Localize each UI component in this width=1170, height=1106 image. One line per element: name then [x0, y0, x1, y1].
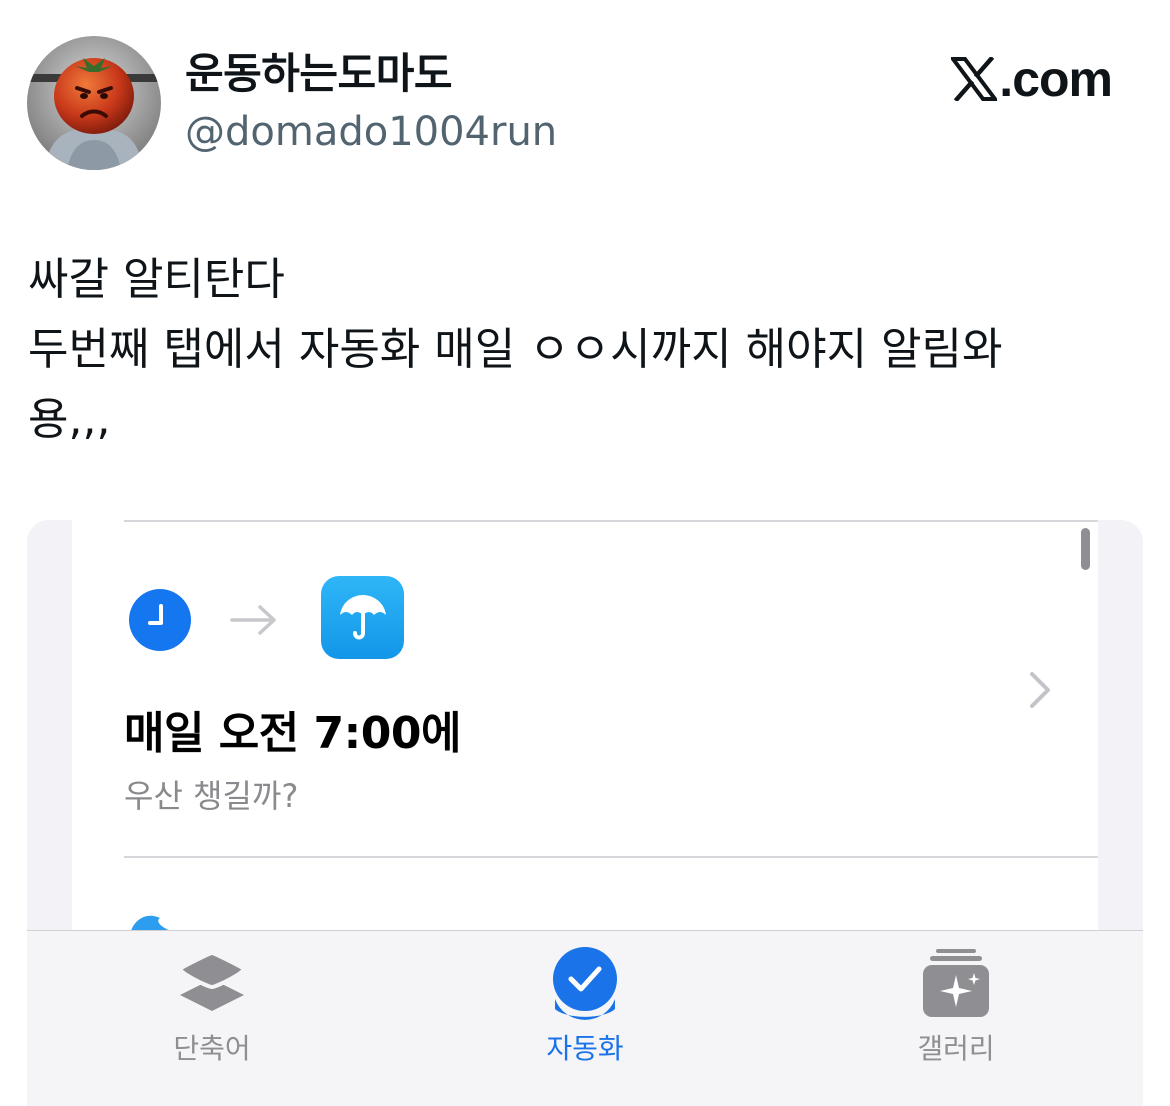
scrollbar[interactable] [1081, 528, 1090, 570]
author-handle[interactable]: @domado1004run [185, 108, 557, 156]
arrow-right-icon [230, 604, 278, 640]
clock-icon [128, 588, 192, 656]
layers-icon [176, 945, 248, 1027]
tab-shortcuts[interactable]: 단축어 [102, 931, 322, 1106]
divider [124, 520, 1098, 522]
umbrella-icon [321, 576, 404, 659]
automation-title[interactable]: 매일 오전 7:00에 [124, 706, 461, 762]
x-logo-icon [951, 57, 998, 101]
checkmark-circle-icon [549, 945, 621, 1025]
tweet-text-line: 두번째 탭에서 자동화 매일 ㅇㅇ시까지 해야지 알림와 [28, 324, 1003, 375]
chevron-right-icon[interactable] [1028, 670, 1052, 714]
attached-screenshot[interactable]: 매일 오전 7:00에 우산 챙길까? 단축어 자동화 갤러리 [27, 520, 1143, 1106]
author-display-name[interactable]: 운동하는도마도 [185, 48, 452, 100]
tab-label: 단축어 [173, 1032, 251, 1065]
automation-subtitle: 우산 챙길까? [124, 777, 299, 815]
tweet-text-line: 용,,, [28, 394, 111, 445]
gallery-sparkle-icon [920, 945, 992, 1025]
tab-label: 갤러리 [917, 1032, 995, 1065]
divider [124, 856, 1098, 858]
tab-gallery[interactable]: 갤러리 [846, 931, 1066, 1106]
brand-domain-text: .com [999, 51, 1113, 107]
x-brand: .com [951, 51, 1113, 107]
tab-label: 자동화 [546, 1032, 624, 1065]
author-avatar[interactable] [27, 36, 161, 170]
tweet-text-line: 싸갈 알티탄다 [28, 254, 285, 305]
tab-bar: 단축어 자동화 갤러리 [27, 930, 1143, 1106]
tweet-text: 싸갈 알티탄다 두번째 탭에서 자동화 매일 ㅇㅇ시까지 해야지 알림와 용,,… [28, 245, 1128, 455]
tab-automation[interactable]: 자동화 [475, 931, 695, 1106]
automation-card[interactable]: 매일 오전 7:00에 우산 챙길까? [72, 520, 1098, 940]
